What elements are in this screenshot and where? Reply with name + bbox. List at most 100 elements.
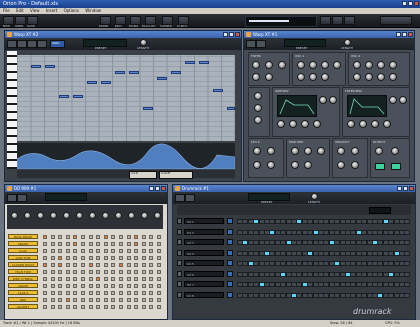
step-pad[interactable] [111,263,116,267]
close-button[interactable] [408,32,413,37]
tool-button[interactable] [7,194,17,202]
step-pad[interactable] [119,263,123,267]
minimize-button[interactable] [397,186,402,191]
step-pad[interactable] [157,291,161,295]
instrument-knob[interactable] [89,212,96,219]
step-pad[interactable] [119,277,123,281]
attack-knob[interactable] [277,120,285,128]
step-pad[interactable] [88,284,93,288]
maximize-button[interactable] [403,186,408,191]
step-pad[interactable] [103,249,108,253]
step-button[interactable] [404,250,411,256]
step-pad[interactable] [141,256,146,260]
step-pad[interactable] [119,249,123,253]
osc1-knob[interactable] [297,73,305,81]
minimize-button[interactable] [223,32,228,37]
note[interactable] [87,81,97,84]
osc2-knob[interactable] [377,73,385,81]
step-pad[interactable] [50,298,55,302]
mod-env-knob[interactable] [291,161,299,169]
lfo-knob[interactable] [254,116,262,124]
step-pad[interactable] [126,263,131,267]
step-pad[interactable] [111,298,116,302]
step-pad[interactable] [88,263,93,267]
note-grid[interactable] [17,51,235,141]
instrument-knob[interactable] [115,212,122,219]
track-edit-button[interactable] [227,218,233,224]
step-pad[interactable] [88,256,93,260]
close-button[interactable] [409,186,414,191]
play-button[interactable] [320,16,331,25]
maximize-button[interactable] [408,1,413,6]
lfo-knob[interactable] [254,92,262,100]
note[interactable] [115,71,125,74]
note[interactable] [73,95,83,98]
step-pad[interactable] [81,256,85,260]
osc2-knob[interactable] [377,61,385,69]
step-pad[interactable] [65,291,70,295]
step-pad[interactable] [73,305,78,309]
close-button[interactable] [414,1,419,6]
tool-button[interactable] [7,40,17,48]
tool-button[interactable] [256,40,266,48]
cutoff-knob[interactable] [252,61,260,69]
lfo2-knob[interactable] [253,161,261,169]
step-pad[interactable] [103,235,108,239]
step-pad[interactable] [157,235,161,239]
step-pad[interactable] [134,298,139,302]
step-pad[interactable] [149,270,154,274]
note[interactable] [143,107,153,110]
step-pad[interactable] [141,235,146,239]
step-pad[interactable] [111,277,116,281]
step-pad[interactable] [43,256,47,260]
step-pad[interactable] [149,256,154,260]
track-name[interactable]: Kit 4 [184,249,224,256]
step-pad[interactable] [58,263,63,267]
step-pad[interactable] [50,263,55,267]
instrument-knob[interactable] [102,212,109,219]
maximize-button[interactable] [402,32,407,37]
track-edit-button[interactable] [227,249,233,256]
step-pad[interactable] [134,270,139,274]
velocity-knob[interactable] [337,161,345,169]
step-pad[interactable] [111,284,116,288]
menu-insert[interactable]: Insert [46,8,57,13]
step-pad[interactable] [65,242,70,246]
step-pad[interactable] [111,249,116,253]
channel-accent[interactable]: ACCENT [8,304,38,309]
tool-button[interactable] [175,194,185,202]
channel-snare[interactable]: SNARE [8,241,38,246]
step-pad[interactable] [73,256,78,260]
instrument-knob[interactable] [24,212,31,219]
step-pad[interactable] [119,284,123,288]
osc2-knob[interactable] [389,61,397,69]
step-pad[interactable] [134,277,139,281]
minimize-button[interactable] [396,32,401,37]
instrument-knob[interactable] [11,212,18,219]
release-knob[interactable] [383,120,391,128]
step-pad[interactable] [111,305,116,309]
step-pad[interactable] [111,291,116,295]
velocity-knob[interactable] [351,147,359,155]
step-pad[interactable] [134,249,139,253]
track-edit-button[interactable] [227,228,233,235]
step-pad[interactable] [88,277,93,281]
step-pad[interactable] [73,277,78,281]
step-pad[interactable] [81,263,85,267]
step-pad[interactable] [149,298,154,302]
track-name[interactable]: Kit 6 [184,270,224,277]
note[interactable] [213,89,223,92]
pattern-display[interactable] [369,207,391,214]
instrument-knob[interactable] [128,212,135,219]
note[interactable] [59,95,69,98]
step-pad[interactable] [58,291,63,295]
step-pad[interactable] [65,263,70,267]
channel-rim[interactable]: RIM [8,297,38,302]
filter-env-knob[interactable] [399,96,407,104]
step-pad[interactable] [126,256,131,260]
instrument-knob[interactable] [37,212,44,219]
mute-button[interactable] [177,270,182,277]
step-pad[interactable] [65,284,70,288]
track-edit-button[interactable] [227,260,233,266]
close-button[interactable] [161,186,166,191]
